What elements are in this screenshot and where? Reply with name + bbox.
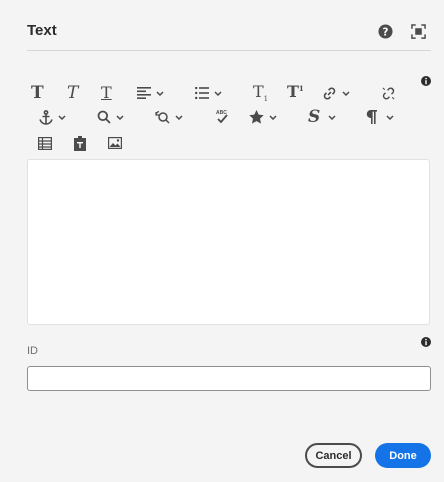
chevron-down-icon bbox=[386, 114, 394, 120]
find-replace-dropdown[interactable] bbox=[155, 107, 183, 127]
spellcheck-icon: ABC bbox=[214, 109, 230, 125]
chevron-down-icon bbox=[175, 114, 183, 120]
fullscreen-button[interactable] bbox=[409, 22, 427, 40]
chevron-down-icon bbox=[269, 114, 277, 120]
chevron-down-icon bbox=[342, 90, 350, 96]
italic-icon: T bbox=[67, 83, 79, 103]
subscript-glyph: T bbox=[253, 81, 264, 101]
underline-icon: T bbox=[101, 83, 112, 102]
help-button[interactable]: ? bbox=[376, 22, 394, 40]
subscript-icon: T1 bbox=[253, 81, 269, 103]
anchor-dropdown[interactable] bbox=[39, 107, 66, 127]
unlink-button[interactable] bbox=[381, 83, 396, 103]
image-button[interactable] bbox=[108, 133, 122, 153]
italic-button[interactable]: T bbox=[67, 83, 78, 103]
find-dropdown[interactable] bbox=[97, 107, 124, 127]
list-icon bbox=[195, 87, 209, 99]
spellcheck-button[interactable]: ABC bbox=[214, 107, 230, 127]
svg-text:?: ? bbox=[382, 26, 388, 38]
star-icon bbox=[249, 110, 264, 124]
chevron-down-icon bbox=[58, 114, 66, 120]
link-dropdown[interactable] bbox=[322, 83, 350, 103]
bold-button[interactable]: T bbox=[31, 83, 44, 103]
cancel-button[interactable]: Cancel bbox=[305, 443, 362, 468]
unlink-icon bbox=[382, 87, 395, 99]
chevron-down-icon bbox=[156, 90, 164, 96]
style-s-icon: S bbox=[308, 107, 321, 127]
bold-icon: T bbox=[31, 83, 44, 103]
underline-button[interactable]: T bbox=[101, 83, 112, 103]
superscript-button[interactable]: T1 bbox=[287, 81, 304, 103]
chevron-down-icon bbox=[116, 114, 124, 120]
rich-text-editor[interactable] bbox=[27, 159, 430, 325]
chevron-down-icon bbox=[214, 90, 222, 96]
anchor-icon bbox=[39, 109, 53, 125]
paste-plain-text-button[interactable] bbox=[74, 133, 86, 153]
fullscreen-icon bbox=[410, 23, 426, 39]
id-label: ID bbox=[27, 345, 38, 357]
info-icon[interactable] bbox=[421, 76, 431, 86]
id-info-icon[interactable] bbox=[421, 337, 431, 347]
chevron-down-icon bbox=[328, 114, 336, 120]
dialog-title: Text bbox=[27, 22, 57, 39]
done-button[interactable]: Done bbox=[375, 443, 431, 468]
paragraph-dropdown[interactable] bbox=[366, 107, 394, 127]
align-dropdown[interactable] bbox=[137, 83, 164, 103]
pilcrow-icon bbox=[366, 110, 377, 124]
image-icon bbox=[108, 137, 122, 149]
search-icon bbox=[97, 110, 111, 124]
superscript-icon: T1 bbox=[287, 81, 304, 101]
link-icon bbox=[323, 86, 336, 100]
table-icon bbox=[38, 136, 52, 150]
styles-dropdown[interactable]: S bbox=[308, 107, 336, 127]
special-characters-dropdown[interactable] bbox=[249, 107, 277, 127]
paste-icon bbox=[74, 135, 86, 151]
superscript-glyph: T bbox=[287, 81, 299, 101]
align-left-icon bbox=[137, 87, 151, 99]
header-divider bbox=[27, 50, 431, 51]
table-button[interactable] bbox=[38, 133, 52, 153]
id-input[interactable] bbox=[27, 366, 431, 391]
find-replace-icon bbox=[155, 110, 170, 124]
list-dropdown[interactable] bbox=[195, 83, 222, 103]
help-circle-icon: ? bbox=[377, 23, 393, 39]
subscript-button[interactable]: T1 bbox=[253, 81, 269, 103]
